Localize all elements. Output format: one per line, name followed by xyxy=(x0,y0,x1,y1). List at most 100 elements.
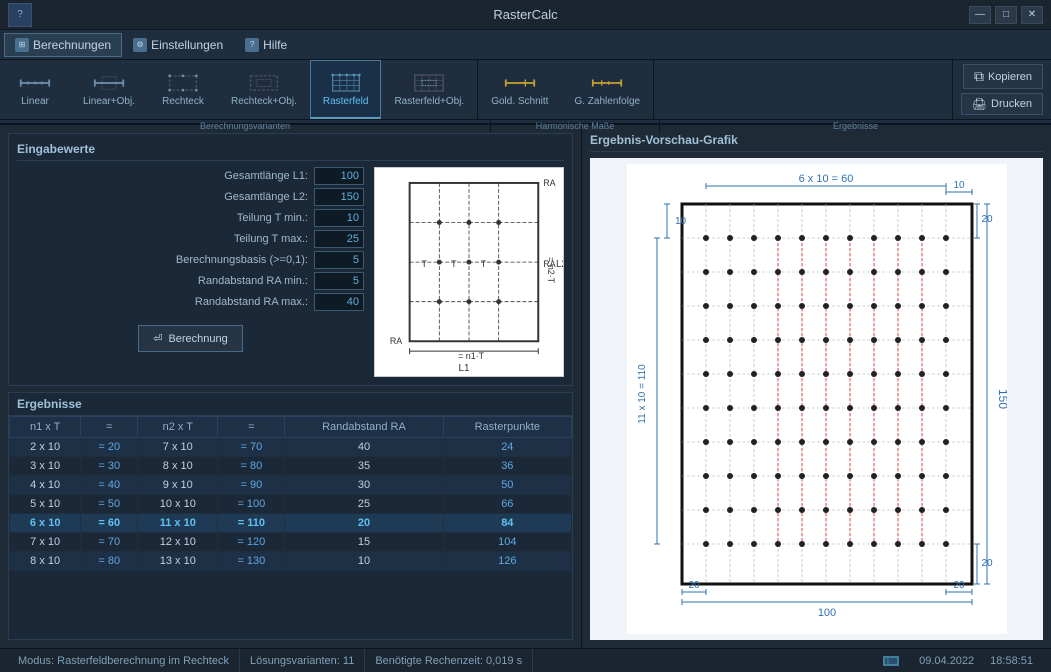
toolbar-harmonische: Gold. Schnitt G. Zahlenfolge xyxy=(478,60,654,119)
main-content: Eingabewerte Gesamtlänge L1: Gesamtlänge… xyxy=(0,125,1051,648)
rasterfeld-icon xyxy=(330,72,362,94)
table-row[interactable]: 3 x 10 xyxy=(10,457,81,476)
calc-icon: ⏎ xyxy=(153,332,162,345)
col-ra: Randabstand RA xyxy=(285,417,443,438)
eingabewerte-section: Eingabewerte Gesamtlänge L1: Gesamtlänge… xyxy=(8,133,573,386)
rechteck-icon xyxy=(167,72,199,94)
minimize-button[interactable]: — xyxy=(969,6,991,24)
table-row[interactable]: 7 x 10 xyxy=(10,533,81,552)
label-10-left: 10 xyxy=(675,216,687,227)
preview-title: Ergebnis-Vorschau-Grafik xyxy=(590,133,1043,152)
label-10-top: 10 xyxy=(953,180,965,191)
svg-text:RA: RA xyxy=(390,336,402,346)
menu-einstellungen[interactable]: ⚙ Einstellungen xyxy=(122,33,234,57)
field-ramax[interactable] xyxy=(314,293,364,311)
eingabewerte-title: Eingabewerte xyxy=(17,142,564,161)
einstellungen-icon: ⚙ xyxy=(133,38,147,52)
close-button[interactable]: ✕ xyxy=(1021,6,1043,24)
svg-text:T: T xyxy=(481,259,487,269)
field-ramin[interactable] xyxy=(314,272,364,290)
tool-linear[interactable]: Linear xyxy=(0,60,70,119)
tool-rechteck-obj[interactable]: Rechteck+Obj. xyxy=(218,60,310,119)
menu-hilfe[interactable]: ? Hilfe xyxy=(234,33,298,57)
berechnung-button[interactable]: ⏎ Berechnung xyxy=(138,325,243,352)
berechnungen-icon: ⊞ xyxy=(15,38,29,52)
svg-text:L1: L1 xyxy=(459,363,470,374)
maximize-button[interactable]: □ xyxy=(995,6,1017,24)
tool-zahlenfolge[interactable]: G. Zahlenfolge xyxy=(561,60,653,119)
table-row[interactable]: 2 x 10 xyxy=(10,438,81,457)
gold-schnitt-icon xyxy=(504,72,536,94)
window-title: RasterCalc xyxy=(493,7,557,22)
col-n2t: n2 x T xyxy=(138,417,218,438)
tool-rasterfeld[interactable]: Rasterfeld xyxy=(310,60,382,119)
label-6x10: 6 x 10 = 60 xyxy=(798,173,853,185)
table-row[interactable]: 8 x 10 xyxy=(10,552,81,571)
label-20-bot-left: 20 xyxy=(688,580,700,591)
field-l2[interactable] xyxy=(314,188,364,206)
tool-rasterfeld-obj[interactable]: Rasterfeld+Obj. xyxy=(381,60,477,119)
svg-text:T: T xyxy=(422,259,428,269)
label-150: 150 xyxy=(996,389,1007,409)
input-row-l2: Gesamtlänge L2: xyxy=(17,188,364,206)
menu-berechnungen[interactable]: ⊞ Berechnungen xyxy=(4,33,122,57)
left-panel: Eingabewerte Gesamtlänge L1: Gesamtlänge… xyxy=(0,125,582,648)
drucken-button[interactable]: 🖨 Drucken xyxy=(961,93,1043,115)
input-row-ramax: Randabstand RA max.: xyxy=(17,293,364,311)
diagram-container: RA RA RA T T T = n1·T = n2·T L1 L2 xyxy=(374,167,564,377)
col-eq1: = xyxy=(81,417,138,438)
label-100: 100 xyxy=(817,607,835,619)
table-row[interactable]: 4 x 10 xyxy=(10,476,81,495)
field-basis[interactable] xyxy=(314,251,364,269)
tool-linear-obj[interactable]: Linear+Obj. xyxy=(70,60,148,119)
input-row-tmin: Teilung T min.: xyxy=(17,209,364,227)
status-bar: Modus: Rasterfeldberechnung im Rechteck … xyxy=(0,648,1051,672)
zahlenfolge-icon xyxy=(591,72,623,94)
input-row-basis: Berechnungsbasis (>=0,1): xyxy=(17,251,364,269)
preview-area: 6 x 10 = 60 10 150 20 xyxy=(590,158,1043,640)
label-20-right-top: 20 xyxy=(981,214,993,225)
toolbar-berechnungsvarianten: Linear Linear+Obj. Rechteck xyxy=(0,60,478,119)
table-row[interactable]: 6 x 10 xyxy=(10,514,81,533)
kopieren-button[interactable]: ⧉ Kopieren xyxy=(963,64,1043,89)
input-row-tmax: Teilung T max.: xyxy=(17,230,364,248)
table-row[interactable]: 5 x 10 xyxy=(10,495,81,514)
status-solutions: Lösungsvarianten: 11 xyxy=(240,649,365,672)
ergebnisse-title: Ergebnisse xyxy=(9,393,572,416)
results-table-container[interactable]: n1 x T = n2 x T = Randabstand RA Rasterp… xyxy=(9,416,572,571)
label-tmax: Teilung T max.: xyxy=(17,233,314,245)
app-icon: ? xyxy=(8,3,32,27)
hilfe-icon: ? xyxy=(245,38,259,52)
tool-rechteck[interactable]: Rechteck xyxy=(148,60,218,119)
status-mode: Modus: Rasterfeldberechnung im Rechteck xyxy=(8,649,240,672)
status-time: Benötigte Rechenzeit: 0,019 s xyxy=(365,649,533,672)
svg-text:L2: L2 xyxy=(556,259,564,270)
label-basis: Berechnungsbasis (>=0,1): xyxy=(17,254,314,266)
toolbar-ergebnisse: ⧉ Kopieren 🖨 Drucken xyxy=(952,60,1051,119)
menu-bar: ⊞ Berechnungen ⚙ Einstellungen ? Hilfe xyxy=(0,30,1051,60)
ergebnisse-section: Ergebnisse n1 x T = n2 x T = Randabstand… xyxy=(8,392,573,640)
field-l1[interactable] xyxy=(314,167,364,185)
right-panel: Ergebnis-Vorschau-Grafik xyxy=(582,125,1051,648)
input-fields-container: Gesamtlänge L1: Gesamtlänge L2: Teilung … xyxy=(17,167,364,377)
label-20-bot-right: 20 xyxy=(953,580,965,591)
toolbar: Linear Linear+Obj. Rechteck xyxy=(0,60,1051,125)
field-tmax[interactable] xyxy=(314,230,364,248)
label-11x10: 11 x 10 = 110 xyxy=(637,364,648,424)
diagram-svg: RA RA RA T T T = n1·T = n2·T L1 L2 xyxy=(374,167,564,377)
label-20-right-bot: 20 xyxy=(981,558,993,569)
svg-text:RA: RA xyxy=(543,178,555,188)
preview-svg: 6 x 10 = 60 10 150 20 xyxy=(627,164,1007,634)
eingabewerte-content: Gesamtlänge L1: Gesamtlänge L2: Teilung … xyxy=(17,167,564,377)
linear-obj-icon xyxy=(93,72,125,94)
col-eq2: = xyxy=(218,417,285,438)
label-tmin: Teilung T min.: xyxy=(17,212,314,224)
svg-text:T: T xyxy=(451,259,457,269)
label-ramin: Randabstand RA min.: xyxy=(17,275,314,287)
field-tmin[interactable] xyxy=(314,209,364,227)
tool-gold-schnitt[interactable]: Gold. Schnitt xyxy=(478,60,561,119)
input-row-l1: Gesamtlänge L1: xyxy=(17,167,364,185)
status-datetime: 09.04.2022 18:58:51 xyxy=(873,649,1043,672)
rasterfeld-obj-icon xyxy=(413,72,445,94)
title-bar: ? RasterCalc — □ ✕ xyxy=(0,0,1051,30)
